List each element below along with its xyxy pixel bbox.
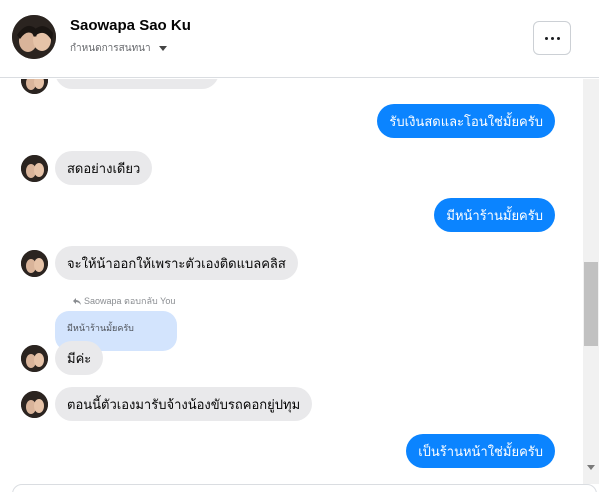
more-dots-icon-dot-2	[550, 36, 554, 40]
message-incoming[interactable]: จะให้น้าออกให้เพราะตัวเองติดแบลคลิส	[55, 246, 298, 280]
message-list: รับเงินสดและโอนใช่มั้ยครับ สดอย่างเดียว …	[0, 79, 583, 484]
message-outgoing[interactable]: มีหน้าร้านมั้ยครับ	[434, 198, 555, 232]
chat-scrollbar[interactable]	[583, 79, 599, 484]
sender-avatar	[21, 155, 48, 182]
more-dots-icon	[544, 36, 548, 40]
caret-down-icon	[158, 46, 167, 51]
conversation-settings-dropdown[interactable]: กำหนดการสนทนา	[70, 41, 167, 56]
more-dots-icon-dot-3	[556, 36, 560, 40]
reply-arrow-icon	[73, 297, 81, 305]
more-options-button[interactable]	[533, 21, 571, 55]
scroll-down-arrow-icon[interactable]	[587, 465, 595, 470]
scrollbar-thumb[interactable]	[584, 262, 598, 346]
sender-avatar	[21, 345, 48, 372]
conversation-settings-label: กำหนดการสนทนา	[70, 43, 151, 54]
message-incoming[interactable]: ตอนนี้ตัวเองมารับจ้างน้องขับรถคอกยู่ปทุม	[55, 387, 313, 421]
message-incoming[interactable]: มีค่ะ	[55, 341, 104, 375]
message-incoming-partial[interactable]	[55, 79, 219, 89]
reply-label-text: Saowapa ตอบกลับ You	[84, 296, 176, 306]
message-composer[interactable]	[12, 484, 597, 492]
sender-avatar	[21, 79, 48, 94]
conversation-header: Saowapa Sao Ku กำหนดการสนทนา	[0, 0, 599, 78]
contact-avatar[interactable]	[12, 15, 56, 59]
sender-avatar	[21, 391, 48, 418]
contact-name[interactable]: Saowapa Sao Ku	[70, 17, 191, 34]
sender-avatar	[21, 250, 48, 277]
message-outgoing[interactable]: เป็นร้านหน้าใช่มั้ยครับ	[406, 434, 555, 468]
message-outgoing[interactable]: รับเงินสดและโอนใช่มั้ยครับ	[377, 104, 555, 138]
message-incoming[interactable]: สดอย่างเดียว	[55, 151, 153, 185]
reply-label: Saowapa ตอบกลับ You	[73, 294, 175, 308]
